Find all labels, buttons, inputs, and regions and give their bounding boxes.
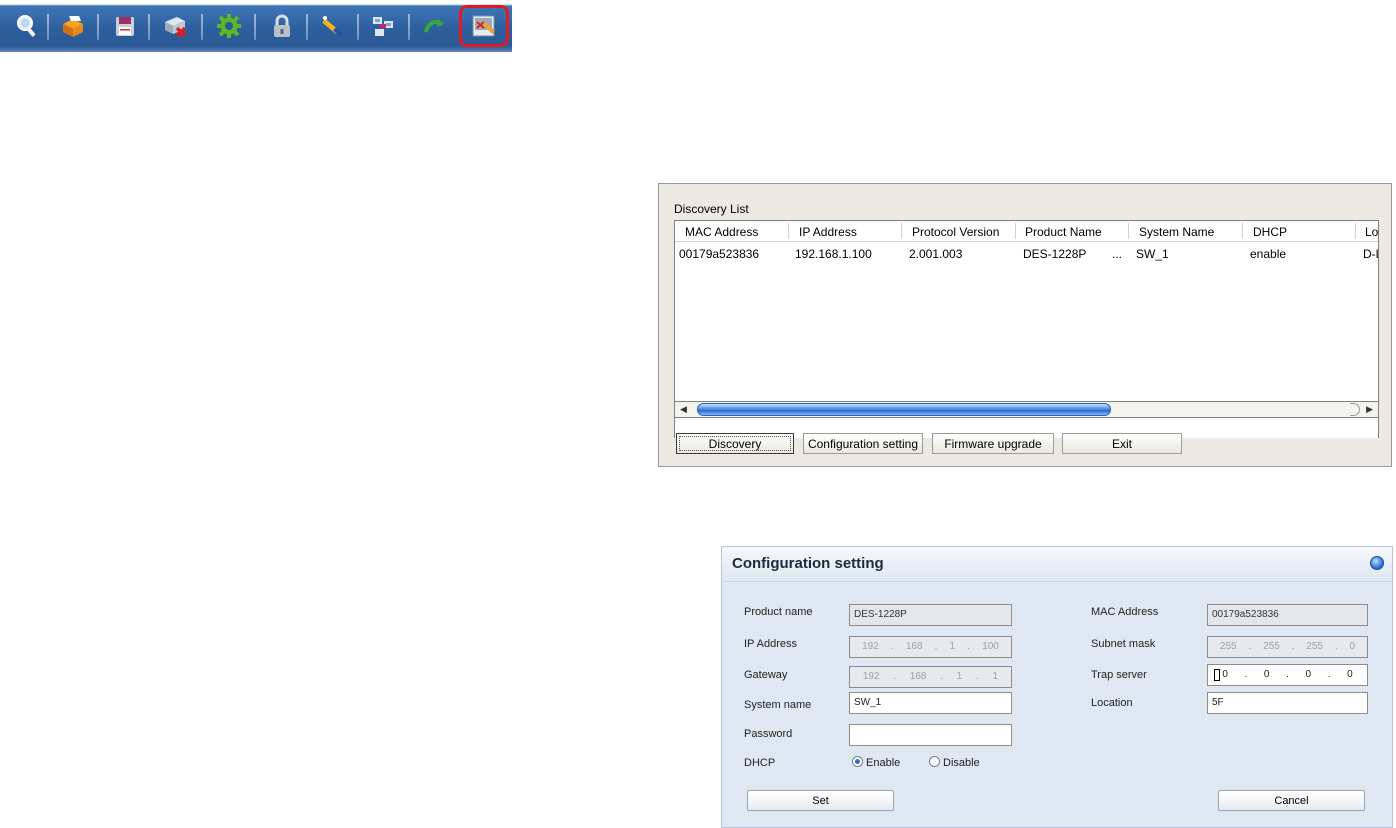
column-header-location[interactable]: Lo — [1365, 225, 1378, 239]
column-header-dhcp[interactable]: DHCP — [1253, 225, 1287, 239]
save-icon[interactable] — [108, 8, 142, 44]
dhcp-enable-radio[interactable] — [852, 756, 863, 767]
gateway-octet: 168 — [909, 671, 927, 682]
close-icon[interactable] — [1370, 556, 1384, 570]
wand-icon[interactable] — [316, 8, 350, 44]
discovery-list-header: MAC Address IP Address Protocol Version … — [675, 221, 1378, 242]
gateway-octet: 1 — [956, 671, 963, 682]
cell-product: DES-1228P — [1023, 247, 1087, 261]
ip-octet: 100 — [982, 641, 999, 652]
cell-protocol: 2.001.003 — [909, 247, 963, 261]
password-input[interactable] — [849, 724, 1012, 746]
horizontal-scrollbar[interactable]: ◀ ▶ — [674, 401, 1379, 418]
config-titlebar: Configuration setting — [722, 547, 1392, 582]
dhcp-disable-label[interactable]: Disable — [943, 757, 980, 769]
column-header-protocol[interactable]: Protocol Version — [912, 225, 999, 239]
toolbar-separator — [408, 14, 410, 40]
network-icon[interactable] — [366, 8, 400, 44]
location-label: Location — [1091, 697, 1133, 709]
mac-address-field: 00179a523836 — [1207, 604, 1368, 626]
gateway-label: Gateway — [744, 669, 788, 681]
back-icon[interactable] — [417, 8, 451, 44]
subnet-octet: 255 — [1306, 641, 1323, 652]
cell-ip: 192.168.1.100 — [795, 247, 872, 261]
subnet-octet: 255 — [1263, 641, 1280, 652]
toolbar-separator — [148, 14, 150, 40]
system-name-label: System name — [744, 699, 812, 711]
toolbar-separator — [201, 14, 203, 40]
trap-octet[interactable]: 0 — [1347, 665, 1353, 685]
cell-system: SW_1 — [1136, 247, 1169, 261]
config-title: Configuration setting — [732, 555, 884, 572]
column-header-ip[interactable]: IP Address — [799, 225, 857, 239]
mac-address-label: MAC Address — [1091, 606, 1159, 618]
search-icon[interactable] — [10, 8, 44, 44]
password-label: Password — [744, 728, 793, 740]
trap-octet[interactable]: 0 — [1222, 665, 1228, 685]
trap-server-label: Trap server — [1091, 669, 1147, 681]
dhcp-disable-radio[interactable] — [929, 756, 940, 767]
toolbar-separator — [254, 14, 256, 40]
ip-octet: 192 — [862, 641, 879, 652]
subnet-octet: 0 — [1349, 641, 1356, 652]
toolbar-separator — [97, 14, 99, 40]
ip-octet: 168 — [905, 641, 923, 652]
column-header-system[interactable]: System Name — [1139, 225, 1214, 239]
discovery-button[interactable]: Discovery — [676, 433, 794, 454]
toolbar-separator — [306, 14, 308, 40]
firmware-upgrade-button[interactable]: Firmware upgrade — [932, 433, 1054, 454]
toolbar — [0, 0, 512, 52]
subnet-mask-field: 255. 255. 255. 0 — [1207, 636, 1368, 658]
open-icon[interactable] — [56, 8, 90, 44]
ip-address-label: IP Address — [744, 638, 797, 650]
cancel-button[interactable]: Cancel — [1218, 790, 1365, 811]
cell-mac: 00179a523836 — [679, 247, 760, 261]
trap-octet[interactable]: 0 — [1306, 665, 1312, 685]
product-name-field: DES-1228P — [849, 604, 1012, 626]
location-input[interactable]: 5F — [1207, 692, 1368, 714]
ip-address-field: 192. 168. 1. 100 — [849, 636, 1012, 658]
lock-icon[interactable] — [265, 8, 299, 44]
discovery-window: Discovery List MAC Address IP Address Pr… — [658, 183, 1392, 467]
discovery-list-title: Discovery List — [674, 202, 749, 216]
set-button[interactable]: Set — [747, 790, 894, 811]
column-header-mac[interactable]: MAC Address — [685, 225, 758, 239]
cell-location: D-L — [1363, 247, 1378, 261]
configuration-setting-window: Configuration setting Product name DES-1… — [721, 546, 1393, 828]
delete-device-icon[interactable] — [158, 8, 192, 44]
selected-tool-highlight — [459, 5, 509, 47]
column-header-product[interactable]: Product Name — [1025, 225, 1102, 239]
scroll-left-icon[interactable]: ◀ — [680, 404, 687, 415]
gateway-octet: 1 — [992, 671, 999, 682]
trap-server-input[interactable]: 0. 0. 0. 0 — [1207, 664, 1368, 686]
product-name-label: Product name — [744, 606, 813, 618]
subnet-mask-label: Subnet mask — [1091, 638, 1156, 650]
scrollbar-track-end — [1350, 403, 1360, 416]
settings-icon[interactable] — [212, 8, 246, 44]
gateway-octet: 192 — [862, 671, 880, 682]
dhcp-label: DHCP — [744, 757, 776, 769]
trap-octet[interactable]: 0 — [1264, 665, 1270, 685]
toolbar-separator — [357, 14, 359, 40]
cell-product-truncated: ... — [1112, 247, 1123, 261]
system-name-input[interactable]: SW_1 — [849, 692, 1012, 714]
exit-button[interactable]: Exit — [1062, 433, 1182, 454]
ip-octet: 1 — [949, 641, 956, 652]
toolbar-separator — [47, 14, 49, 40]
scrollbar-thumb[interactable] — [697, 403, 1111, 416]
subnet-octet: 255 — [1219, 641, 1237, 652]
dhcp-enable-label[interactable]: Enable — [866, 757, 900, 769]
cell-dhcp: enable — [1250, 247, 1287, 261]
scroll-right-icon[interactable]: ▶ — [1366, 404, 1373, 415]
configuration-setting-button[interactable]: Configuration setting — [803, 433, 923, 454]
gateway-field: 192. 168. 1. 1 — [849, 666, 1012, 688]
